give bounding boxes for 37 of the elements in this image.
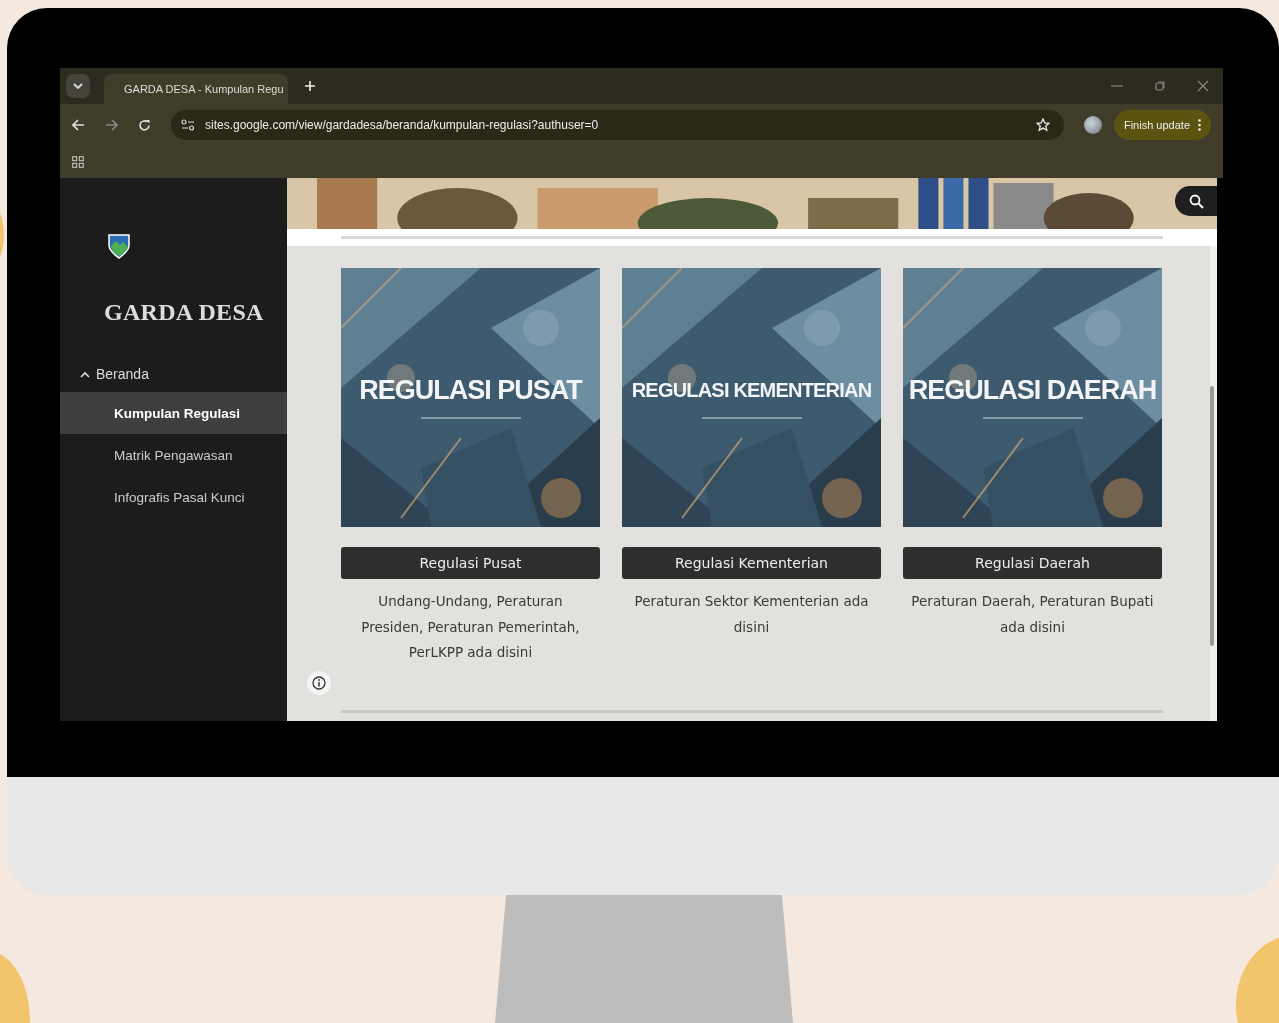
search-button[interactable] xyxy=(1175,186,1217,216)
address-bar[interactable]: sites.google.com/view/gardadesa/beranda/kumpulan-regulasi?authuser=0 xyxy=(171,110,1064,140)
site-title: GARDA DESA xyxy=(104,299,265,326)
nav-item[interactable]: Matrik Pengawasan xyxy=(60,434,287,476)
tab-menu-button[interactable] xyxy=(66,74,90,98)
card-button[interactable]: Regulasi Kementerian xyxy=(622,547,881,579)
info-button[interactable] xyxy=(307,671,331,695)
apps-grid-icon[interactable] xyxy=(72,156,84,168)
reload-icon[interactable] xyxy=(138,118,151,132)
new-tab-icon[interactable] xyxy=(304,80,316,92)
shield-logo-icon xyxy=(108,233,130,259)
forward-arrow-icon[interactable] xyxy=(105,119,118,131)
chevron-down-icon xyxy=(73,83,83,89)
chevron-icon xyxy=(80,370,90,378)
card-description: Undang-Undang, Peraturan Presiden, Peraturan Pemerintah, PerLKPP ada disini xyxy=(360,592,581,662)
image-title: REGULASI KEMENTERIAN xyxy=(631,378,872,403)
close-icon[interactable] xyxy=(1197,80,1209,92)
scrollbar[interactable] xyxy=(1210,246,1217,721)
back-arrow-icon[interactable] xyxy=(72,119,85,131)
card-description: Peraturan Daerah, Peraturan Bupati ada disini xyxy=(910,592,1155,637)
browser-tab[interactable]: GARDA DESA - Kumpulan Regu xyxy=(104,74,288,104)
nav-item[interactable]: Kumpulan Regulasi xyxy=(60,392,287,434)
finish-update-button[interactable]: Finish update xyxy=(1113,110,1211,140)
card-button[interactable]: Regulasi Daerah xyxy=(903,547,1162,579)
image-title: REGULASI PUSAT xyxy=(359,374,582,407)
site-settings-icon[interactable] xyxy=(181,119,195,131)
star-icon[interactable] xyxy=(1035,118,1050,132)
more-icon[interactable] xyxy=(1198,119,1201,131)
nav-item[interactable]: Beranda xyxy=(60,356,287,392)
info-icon xyxy=(312,676,326,690)
restore-icon[interactable] xyxy=(1155,81,1165,91)
profile-avatar[interactable] xyxy=(1083,116,1102,134)
card-button[interactable]: Regulasi Pusat xyxy=(341,547,600,579)
nav-item[interactable]: Infografis Pasal Kunci xyxy=(60,476,287,518)
image-title: REGULASI DAERAH xyxy=(908,374,1157,407)
card-description: Peraturan Sektor Kementerian ada disini xyxy=(633,592,870,637)
search-icon xyxy=(1188,193,1204,209)
